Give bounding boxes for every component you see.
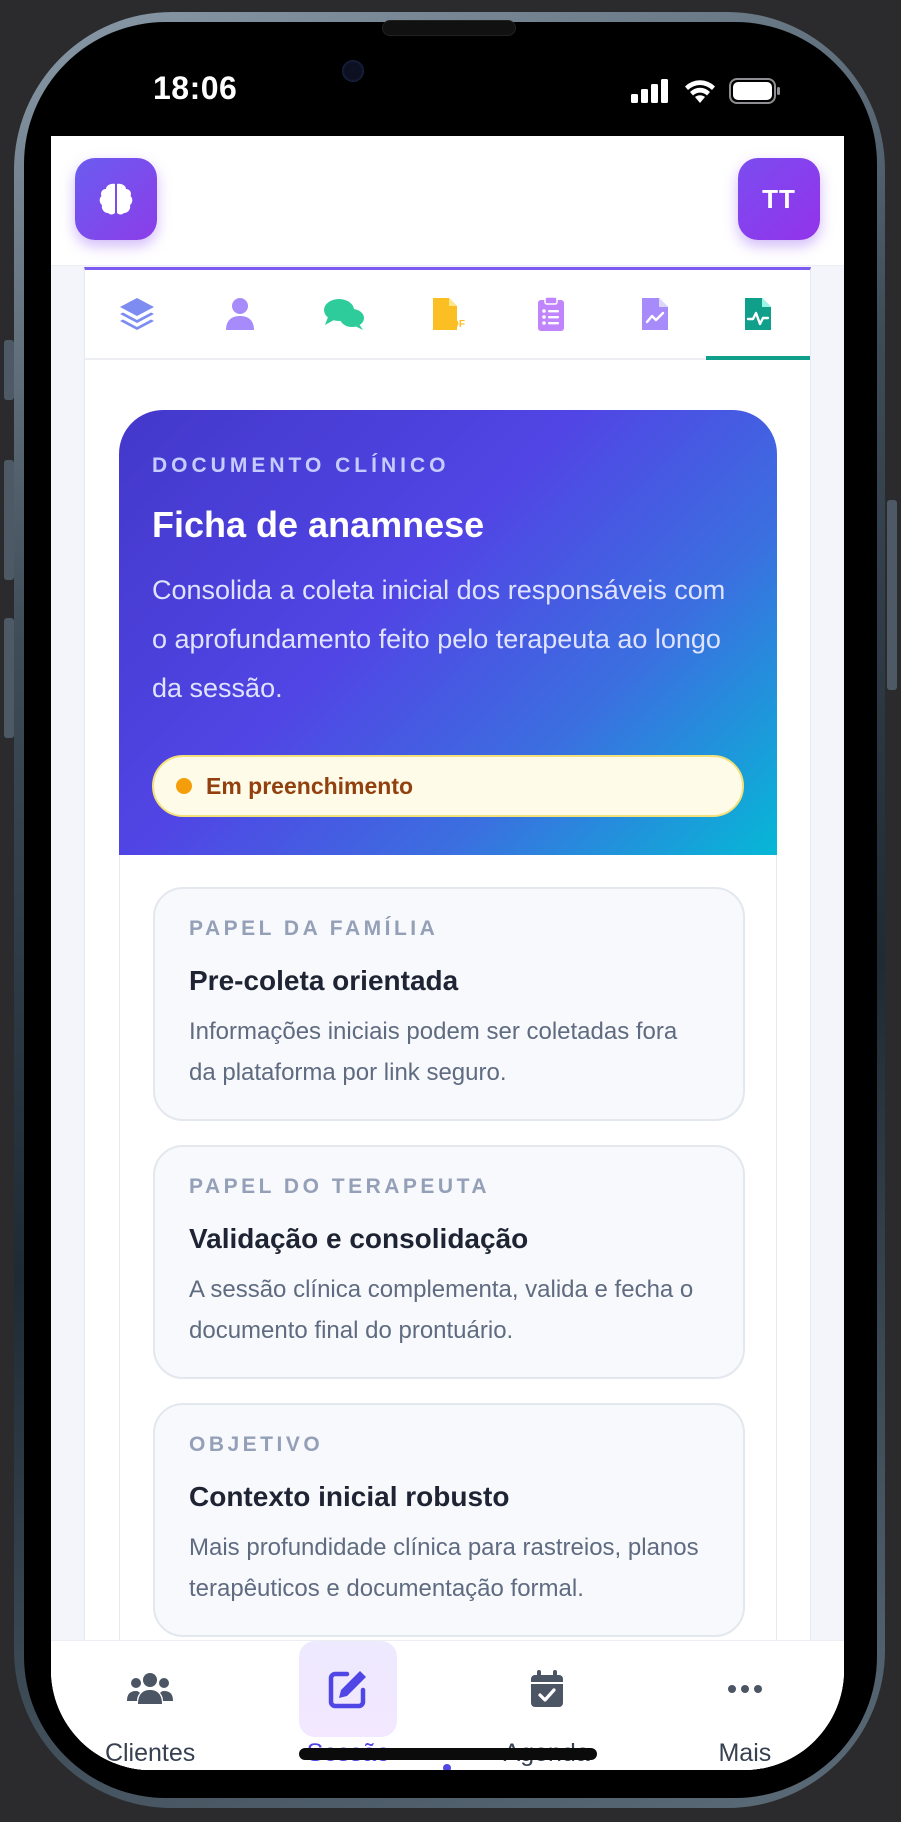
nav-label: Mais <box>718 1739 772 1767</box>
svg-text:PDF: PDF <box>445 319 465 330</box>
card-title: Contexto inicial robusto <box>189 1481 510 1512</box>
card-description: A sessão clínica complementa, valida e f… <box>189 1276 694 1344</box>
card-description: Mais profundidade clínica para rastreios… <box>189 1534 699 1602</box>
file-medical-icon <box>745 298 772 330</box>
app-screen: TT PDF DOCUMENTO CLÍNICO Ficha de anamne… <box>51 136 844 1770</box>
earpiece-speaker <box>382 20 516 36</box>
mute-switch <box>4 340 14 400</box>
hero-eyebrow: DOCUMENTO CLÍNICO <box>152 454 450 477</box>
tab-reports[interactable] <box>603 270 707 358</box>
users-icon <box>127 1673 174 1704</box>
file-chart-icon <box>641 298 668 330</box>
active-nav-dot <box>443 1764 451 1770</box>
power-button <box>887 500 897 690</box>
cellular-signal-icon <box>631 79 668 103</box>
tab-anamnesis[interactable] <box>706 270 810 360</box>
status-time: 18:06 <box>153 70 238 106</box>
wifi-icon <box>685 80 715 103</box>
tab-client-profile[interactable] <box>189 270 293 358</box>
volume-down-button <box>4 618 14 738</box>
card-title: Pre-coleta orientada <box>189 965 459 996</box>
status-badge: Em preenchimento <box>152 755 744 817</box>
status-dot-icon <box>176 778 192 794</box>
clipboard-list-icon <box>538 296 565 331</box>
user-avatar-button[interactable]: TT <box>738 158 820 240</box>
home-indicator <box>299 1748 597 1760</box>
edit-icon <box>329 1671 367 1709</box>
card-eyebrow: PAPEL DO TERAPEUTA <box>189 1175 491 1198</box>
document-hero-card: DOCUMENTO CLÍNICO Ficha de anamnese Cons… <box>119 410 777 855</box>
card-eyebrow: PAPEL DA FAMÍLIA <box>189 917 439 940</box>
tab-checklist[interactable] <box>499 270 603 358</box>
card-description: Informações iniciais podem ser coletadas… <box>189 1018 678 1086</box>
status-badge-label: Em preenchimento <box>206 772 414 799</box>
chat-icon <box>323 299 364 330</box>
info-card-therapist-role: PAPEL DO TERAPEUTA Validação e consolida… <box>153 1145 745 1379</box>
layers-icon <box>119 298 154 330</box>
info-card-family-role: PAPEL DA FAMÍLIA Pre-coleta orientada In… <box>153 887 745 1121</box>
hero-description: Consolida a coleta inicial dos responsáv… <box>152 575 726 703</box>
calendar-check-icon <box>530 1670 563 1707</box>
front-camera <box>328 52 378 90</box>
tab-layers[interactable] <box>85 270 189 358</box>
nav-item-clientes[interactable]: Clientes <box>51 1641 249 1770</box>
app-header: TT <box>51 136 844 266</box>
tab-pdf-documents[interactable]: PDF <box>396 270 500 358</box>
info-cards-container: PAPEL DA FAMÍLIA Pre-coleta orientada In… <box>119 855 777 1770</box>
status-icons <box>631 78 781 104</box>
pdf-file-icon: PDF <box>432 298 465 330</box>
card-title: Validação e consolidação <box>189 1223 529 1254</box>
tab-messages[interactable] <box>292 270 396 358</box>
document-panel: PDF DOCUMENTO CLÍNICO Ficha de anamnese … <box>84 267 811 1770</box>
app-logo-button[interactable] <box>75 158 157 240</box>
hero-title: Ficha de anamnese <box>152 504 485 545</box>
brain-icon <box>99 183 133 215</box>
nav-label: Clientes <box>104 1739 196 1767</box>
info-card-objective: OBJETIVO Contexto inicial robusto Mais p… <box>153 1403 745 1637</box>
volume-up-button <box>4 460 14 580</box>
user-icon <box>226 298 255 330</box>
nav-item-mais[interactable]: Mais <box>646 1641 844 1770</box>
section-tab-bar: PDF <box>85 270 810 360</box>
battery-icon <box>729 78 780 104</box>
card-eyebrow: OBJETIVO <box>189 1433 324 1456</box>
more-dots-icon <box>727 1685 762 1693</box>
